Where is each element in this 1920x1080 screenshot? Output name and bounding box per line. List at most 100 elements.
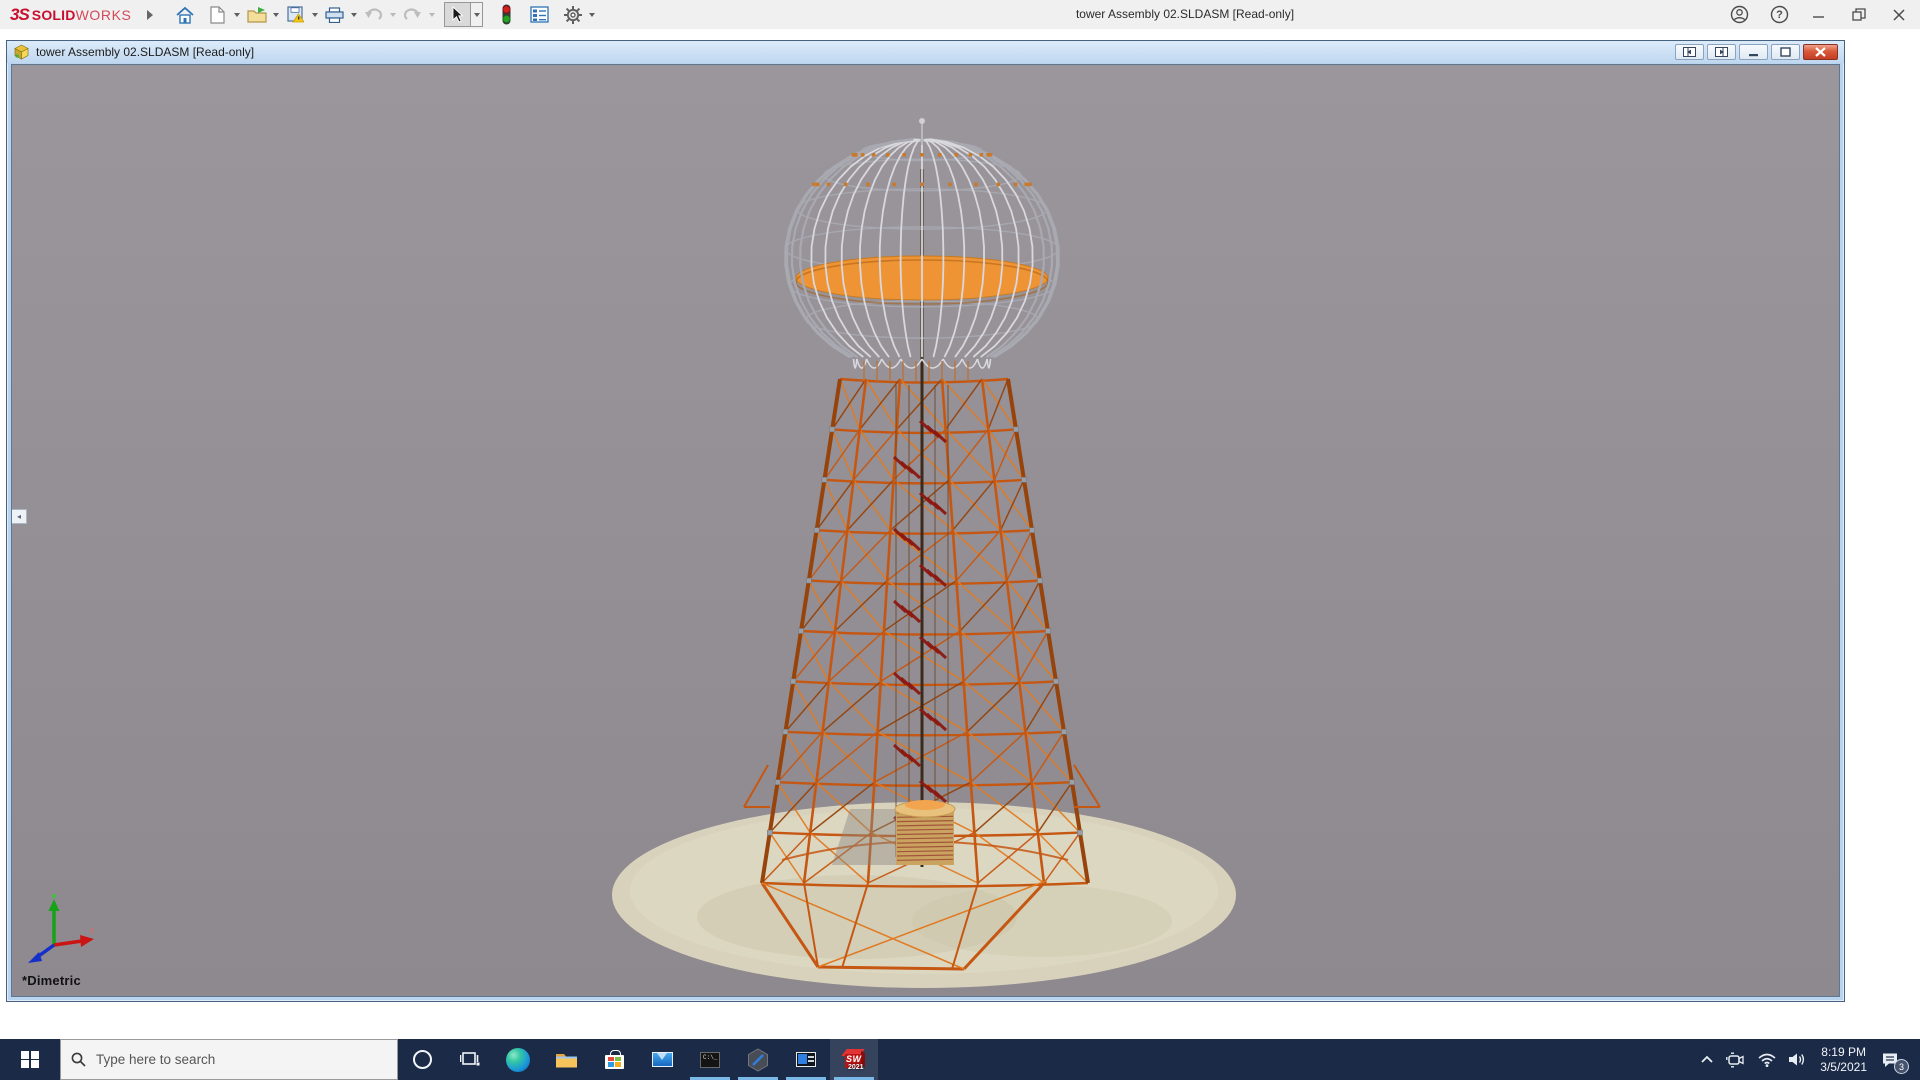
options-button[interactable] [559,2,586,27]
screen: 3S SOLID WORKS [0,0,1920,1080]
doc-close-button[interactable] [1803,44,1838,60]
featuremanager-splitter-handle[interactable]: ◂ [12,509,27,524]
doc-close-icon [1815,47,1826,57]
print-dropdown[interactable] [348,2,360,27]
hexagon-app-icon [746,1048,770,1072]
taskbar-item-file-explorer[interactable] [542,1039,590,1080]
tray-volume[interactable] [1782,1039,1812,1080]
taskbar-item-command-prompt[interactable]: C:\_ [686,1039,734,1080]
redo-dropdown[interactable] [426,2,438,27]
taskbar-item-edge[interactable] [494,1039,542,1080]
solidworks-logo-mark: 3S [10,5,29,25]
account-icon [1730,5,1749,24]
interference-check-button[interactable] [493,2,520,27]
start-button[interactable] [0,1039,60,1080]
doc-restore-button[interactable] [1771,44,1800,60]
home-icon [175,6,195,24]
svg-text:?: ? [1776,9,1783,21]
document-window: tower Assembly 02.SLDASM [Read-only] [6,40,1845,1002]
pane-left-icon [1683,47,1696,57]
tray-action-center[interactable]: 3 [1875,1039,1911,1080]
taskbar-item-blue-window-app[interactable] [782,1039,830,1080]
app-titlebar: 3S SOLID WORKS [0,0,1920,29]
restore-icon [1852,8,1866,21]
close-button[interactable] [1884,2,1914,27]
orientation-triad[interactable]: x [24,893,102,969]
select-tool-dropdown[interactable] [471,2,483,27]
new-document-dropdown[interactable] [231,2,243,27]
clock-date: 3/5/2021 [1820,1060,1867,1075]
new-document-icon [210,6,225,24]
assembly-icon [13,44,30,60]
redo-button[interactable] [399,2,426,27]
doc-previous-window-button[interactable] [1675,44,1704,60]
home-button[interactable] [171,2,198,27]
undo-button[interactable] [360,2,387,27]
document-title: tower Assembly 02.SLDASM [Read-only] [36,45,254,59]
document-titlebar[interactable]: tower Assembly 02.SLDASM [Read-only] [7,41,1844,63]
print-button[interactable] [321,2,348,27]
save-button[interactable] [282,2,309,27]
graphics-viewport[interactable]: ◂ x *Dimetric [11,64,1840,997]
app-window-title: tower Assembly 02.SLDASM [Read-only] [1076,7,1294,21]
tray-meet-now[interactable] [1720,1039,1752,1080]
taskbar-item-task-view[interactable] [446,1039,494,1080]
save-icon [287,6,304,23]
x-axis-label: x [90,925,95,935]
taskbar-item-hexagon-app[interactable] [734,1039,782,1080]
edge-icon [506,1048,530,1072]
traffic-light-icon [500,4,513,25]
mail-icon [652,1052,673,1067]
options-dropdown[interactable] [586,2,598,27]
taskbar-item-solidworks[interactable]: SW 2021 [830,1039,878,1080]
cortana-icon [413,1050,432,1069]
restore-button[interactable] [1844,2,1874,27]
doc-restore-icon [1780,47,1791,57]
windows-logo-icon [21,1051,39,1069]
redo-icon [403,7,422,22]
notification-badge: 3 [1894,1059,1909,1074]
taskbar-item-store[interactable] [590,1039,638,1080]
account-button[interactable] [1724,2,1754,27]
doc-next-window-button[interactable] [1707,44,1736,60]
doc-minimize-button[interactable] [1739,44,1768,60]
minimize-button[interactable] [1804,2,1834,27]
help-button[interactable]: ? [1764,2,1794,27]
tray-show-hidden-icons[interactable] [1694,1039,1720,1080]
triad-top-dot [52,894,56,898]
blue-window-app-icon [796,1052,816,1067]
x-axis-arrow [54,941,82,945]
open-folder-icon [247,7,267,23]
solidworks-logo: 3S SOLID WORKS [10,5,131,25]
save-dropdown[interactable] [309,2,321,27]
menu-expand-arrow-icon[interactable] [147,10,153,20]
wifi-icon [1758,1053,1776,1067]
taskbar-item-mail[interactable] [638,1039,686,1080]
print-icon [325,7,344,23]
tray-clock[interactable]: 8:19 PM 3/5/2021 [1812,1039,1875,1080]
search-input[interactable] [96,1052,356,1067]
undo-dropdown[interactable] [387,2,399,27]
tray-network[interactable] [1752,1039,1782,1080]
pane-right-icon [1715,47,1728,57]
new-document-button[interactable] [204,2,231,27]
select-tool-button[interactable] [444,2,471,27]
properties-button[interactable] [526,2,553,27]
properties-list-icon [530,6,549,23]
taskbar-search[interactable] [60,1039,398,1080]
doc-minimize-icon [1749,48,1759,57]
volume-icon [1788,1052,1806,1067]
solidworks-app-icon: SW 2021 [841,1047,867,1073]
tower-3d-model[interactable] [12,65,1840,997]
search-icon [71,1052,86,1067]
open-button[interactable] [243,2,270,27]
meet-now-camera-icon [1726,1052,1746,1068]
open-dropdown[interactable] [270,2,282,27]
clock-time: 8:19 PM [1820,1045,1867,1060]
select-cursor-icon [451,6,464,23]
windows-taskbar: C:\_ SW 2021 [0,1039,1920,1080]
file-explorer-icon [555,1051,578,1069]
store-icon [605,1055,624,1069]
taskbar-item-cortana[interactable] [398,1039,446,1080]
close-icon [1893,9,1905,21]
